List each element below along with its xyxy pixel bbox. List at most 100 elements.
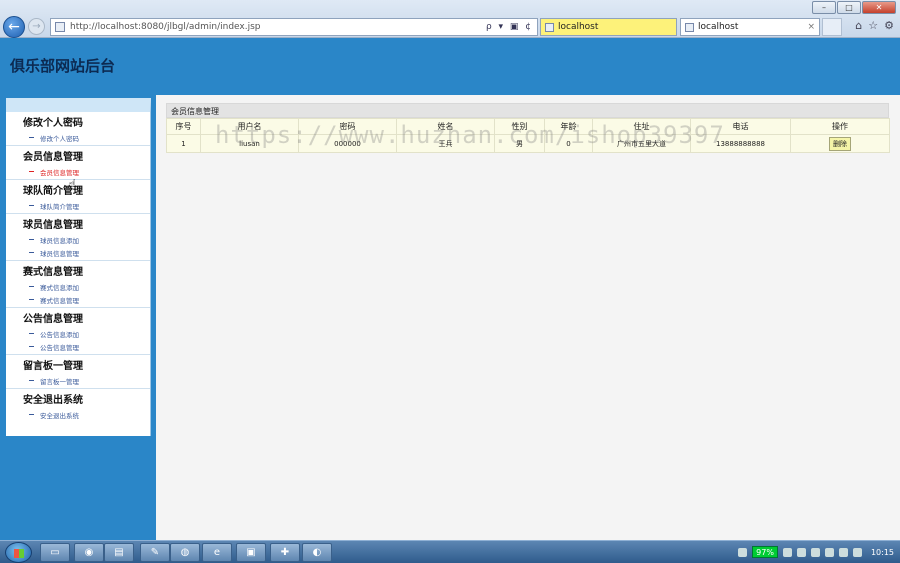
keyboard-icon[interactable] bbox=[738, 547, 748, 557]
address-tools-icons[interactable]: ρ ▾ ▣ ¢ bbox=[486, 22, 533, 32]
tab-close-icon[interactable]: × bbox=[807, 22, 815, 32]
taskbar: ▭ ◉ ▤ ✎ ◍ e ▣ ✚ ◐ 97% 10:15 bbox=[0, 540, 900, 563]
menu-group-title: 赛式信息管理 bbox=[23, 267, 83, 278]
minimize-button[interactable]: – bbox=[812, 1, 836, 14]
menu-item-match-manage[interactable]: 赛式信息管理 bbox=[23, 293, 150, 306]
cell-action: 删除 bbox=[790, 134, 890, 153]
menu-group-title: 修改个人密码 bbox=[23, 118, 83, 129]
menu-group-notices: 公告信息管理 公告信息添加 公告信息管理 bbox=[6, 312, 150, 355]
cell-address: 广州市五里大道 bbox=[592, 134, 691, 153]
favorites-star-icon[interactable]: ☆ bbox=[868, 19, 878, 32]
column-header: 姓名 bbox=[396, 118, 495, 135]
dash-icon bbox=[29, 299, 34, 300]
taskbar-folder-icon[interactable]: ▤ bbox=[104, 543, 134, 562]
security-icon[interactable] bbox=[810, 547, 820, 557]
table-header-row: 序号 用户名 密码 姓名 性别 年龄 住址 电话 操作 bbox=[166, 118, 890, 135]
dash-icon bbox=[29, 346, 34, 347]
taskbar-app-icon[interactable]: ✚ bbox=[270, 543, 300, 562]
tab-label: localhost bbox=[558, 22, 599, 32]
menu-group-title: 球员信息管理 bbox=[23, 220, 83, 231]
settings-gear-icon[interactable]: ⚙ bbox=[884, 19, 894, 32]
column-header: 住址 bbox=[592, 118, 691, 135]
dash-icon bbox=[29, 137, 34, 138]
tab-favicon-icon bbox=[545, 22, 554, 32]
menu-item-label: 球员信息管理 bbox=[40, 249, 79, 258]
column-header: 操作 bbox=[790, 118, 890, 135]
menu-item-label: 公告信息添加 bbox=[40, 330, 79, 339]
menu-group-messages: 留言板一管理 留言板一管理 bbox=[6, 359, 150, 389]
dash-icon bbox=[29, 333, 34, 334]
menu-group-logout: 安全退出系统 安全退出系统 bbox=[6, 393, 150, 422]
menu-item-message-manage[interactable]: 留言板一管理 bbox=[23, 374, 150, 387]
table-row: 1 liusan 000000 王兵 男 0 广州市五里大道 138888888… bbox=[166, 134, 890, 153]
column-header: 电话 bbox=[690, 118, 791, 135]
page-favicon-icon bbox=[55, 22, 65, 32]
browser-chrome: – □ ✕ ← → http://localhost:8080/jlbgl/ad… bbox=[0, 0, 900, 38]
menu-item-team-manage[interactable]: 球队简介管理 bbox=[23, 199, 150, 212]
menu-item-label: 修改个人密码 bbox=[40, 134, 79, 143]
menu-item-match-add[interactable]: 赛式信息添加 bbox=[23, 280, 150, 293]
taskbar-editor-icon[interactable]: ✎ bbox=[140, 543, 170, 562]
clock[interactable]: 10:15 bbox=[871, 548, 894, 557]
taskbar-ie-icon[interactable]: e bbox=[202, 543, 232, 562]
window-controls: – □ ✕ bbox=[812, 1, 896, 14]
menu-group-title: 留言板一管理 bbox=[23, 361, 83, 372]
hand-cursor-icon: ☝ bbox=[68, 177, 77, 193]
menu-item-player-add[interactable]: 球员信息添加 bbox=[23, 233, 150, 246]
close-window-button[interactable]: ✕ bbox=[862, 1, 896, 14]
back-arrow-icon[interactable]: ← bbox=[3, 16, 25, 38]
menu-group-players: 球员信息管理 球员信息添加 球员信息管理 bbox=[6, 218, 150, 261]
panel-caption: 会员信息管理 bbox=[166, 103, 889, 118]
column-header: 年龄 bbox=[544, 118, 593, 135]
new-tab-button[interactable] bbox=[822, 18, 842, 36]
menu-group-matches: 赛式信息管理 赛式信息添加 赛式信息管理 bbox=[6, 265, 150, 308]
taskbar-firefox-icon[interactable]: ◍ bbox=[170, 543, 200, 562]
dash-icon bbox=[29, 252, 34, 253]
battery-indicator[interactable]: 97% bbox=[752, 546, 778, 558]
start-button[interactable] bbox=[5, 542, 32, 563]
taskbar-terminal-icon[interactable]: ▣ bbox=[236, 543, 266, 562]
cell-phone: 13888888888 bbox=[690, 134, 791, 153]
taskbar-media-icon[interactable]: ◉ bbox=[74, 543, 104, 562]
menu-group-team: 球队简介管理 球队简介管理 bbox=[6, 184, 150, 214]
delete-button[interactable]: 删除 bbox=[829, 136, 851, 151]
taskbar-explorer-icon[interactable]: ▭ bbox=[40, 543, 70, 562]
qq-icon[interactable] bbox=[824, 547, 834, 557]
tab-favicon-icon bbox=[685, 22, 694, 32]
member-panel: 会员信息管理 序号 用户名 密码 姓名 性别 年龄 住址 电话 操作 1 liu… bbox=[166, 103, 890, 153]
menu-item-notice-add[interactable]: 公告信息添加 bbox=[23, 327, 150, 340]
address-url[interactable]: http://localhost:8080/jlbgl/admin/index.… bbox=[70, 22, 486, 32]
menu-item-label: 安全退出系统 bbox=[40, 411, 79, 420]
home-icon[interactable]: ⌂ bbox=[855, 19, 862, 32]
address-bar[interactable]: http://localhost:8080/jlbgl/admin/index.… bbox=[50, 18, 538, 36]
menu-item-logout[interactable]: 安全退出系统 bbox=[23, 408, 150, 421]
qq-icon[interactable] bbox=[838, 547, 848, 557]
qq-icon[interactable] bbox=[852, 547, 862, 557]
dash-icon bbox=[29, 171, 34, 172]
cell-username: liusan bbox=[200, 134, 299, 153]
menu-item-label: 会员信息管理 bbox=[40, 168, 79, 177]
column-header: 密码 bbox=[298, 118, 397, 135]
menu-group-title: 球队简介管理 bbox=[23, 186, 83, 197]
site-title: 俱乐部网站后台 bbox=[10, 57, 116, 75]
cell-name: 王兵 bbox=[396, 134, 495, 153]
tab-label: localhost bbox=[698, 22, 739, 32]
browser-tab-active[interactable]: localhost bbox=[540, 18, 677, 36]
dash-icon bbox=[29, 286, 34, 287]
volume-icon[interactable] bbox=[796, 547, 806, 557]
menu-item-member-manage[interactable]: 会员信息管理 bbox=[23, 165, 150, 178]
menu-item-label: 留言板一管理 bbox=[40, 377, 79, 386]
menu-item-change-password[interactable]: 修改个人密码 bbox=[23, 131, 150, 144]
menu-item-player-manage[interactable]: 球员信息管理 bbox=[23, 246, 150, 259]
network-icon[interactable] bbox=[782, 547, 792, 557]
taskbar-chrome-icon[interactable]: ◐ bbox=[302, 543, 332, 562]
menu-item-label: 球员信息添加 bbox=[40, 236, 79, 245]
dash-icon bbox=[29, 414, 34, 415]
maximize-button[interactable]: □ bbox=[837, 1, 861, 14]
cell-age: 0 bbox=[544, 134, 593, 153]
browser-tab[interactable]: localhost × bbox=[680, 18, 820, 36]
main-content: 会员信息管理 序号 用户名 密码 姓名 性别 年龄 住址 电话 操作 1 liu… bbox=[156, 95, 900, 540]
forward-arrow-icon[interactable]: → bbox=[28, 18, 45, 35]
menu-group-title: 公告信息管理 bbox=[23, 314, 83, 325]
menu-item-notice-manage[interactable]: 公告信息管理 bbox=[23, 340, 150, 353]
